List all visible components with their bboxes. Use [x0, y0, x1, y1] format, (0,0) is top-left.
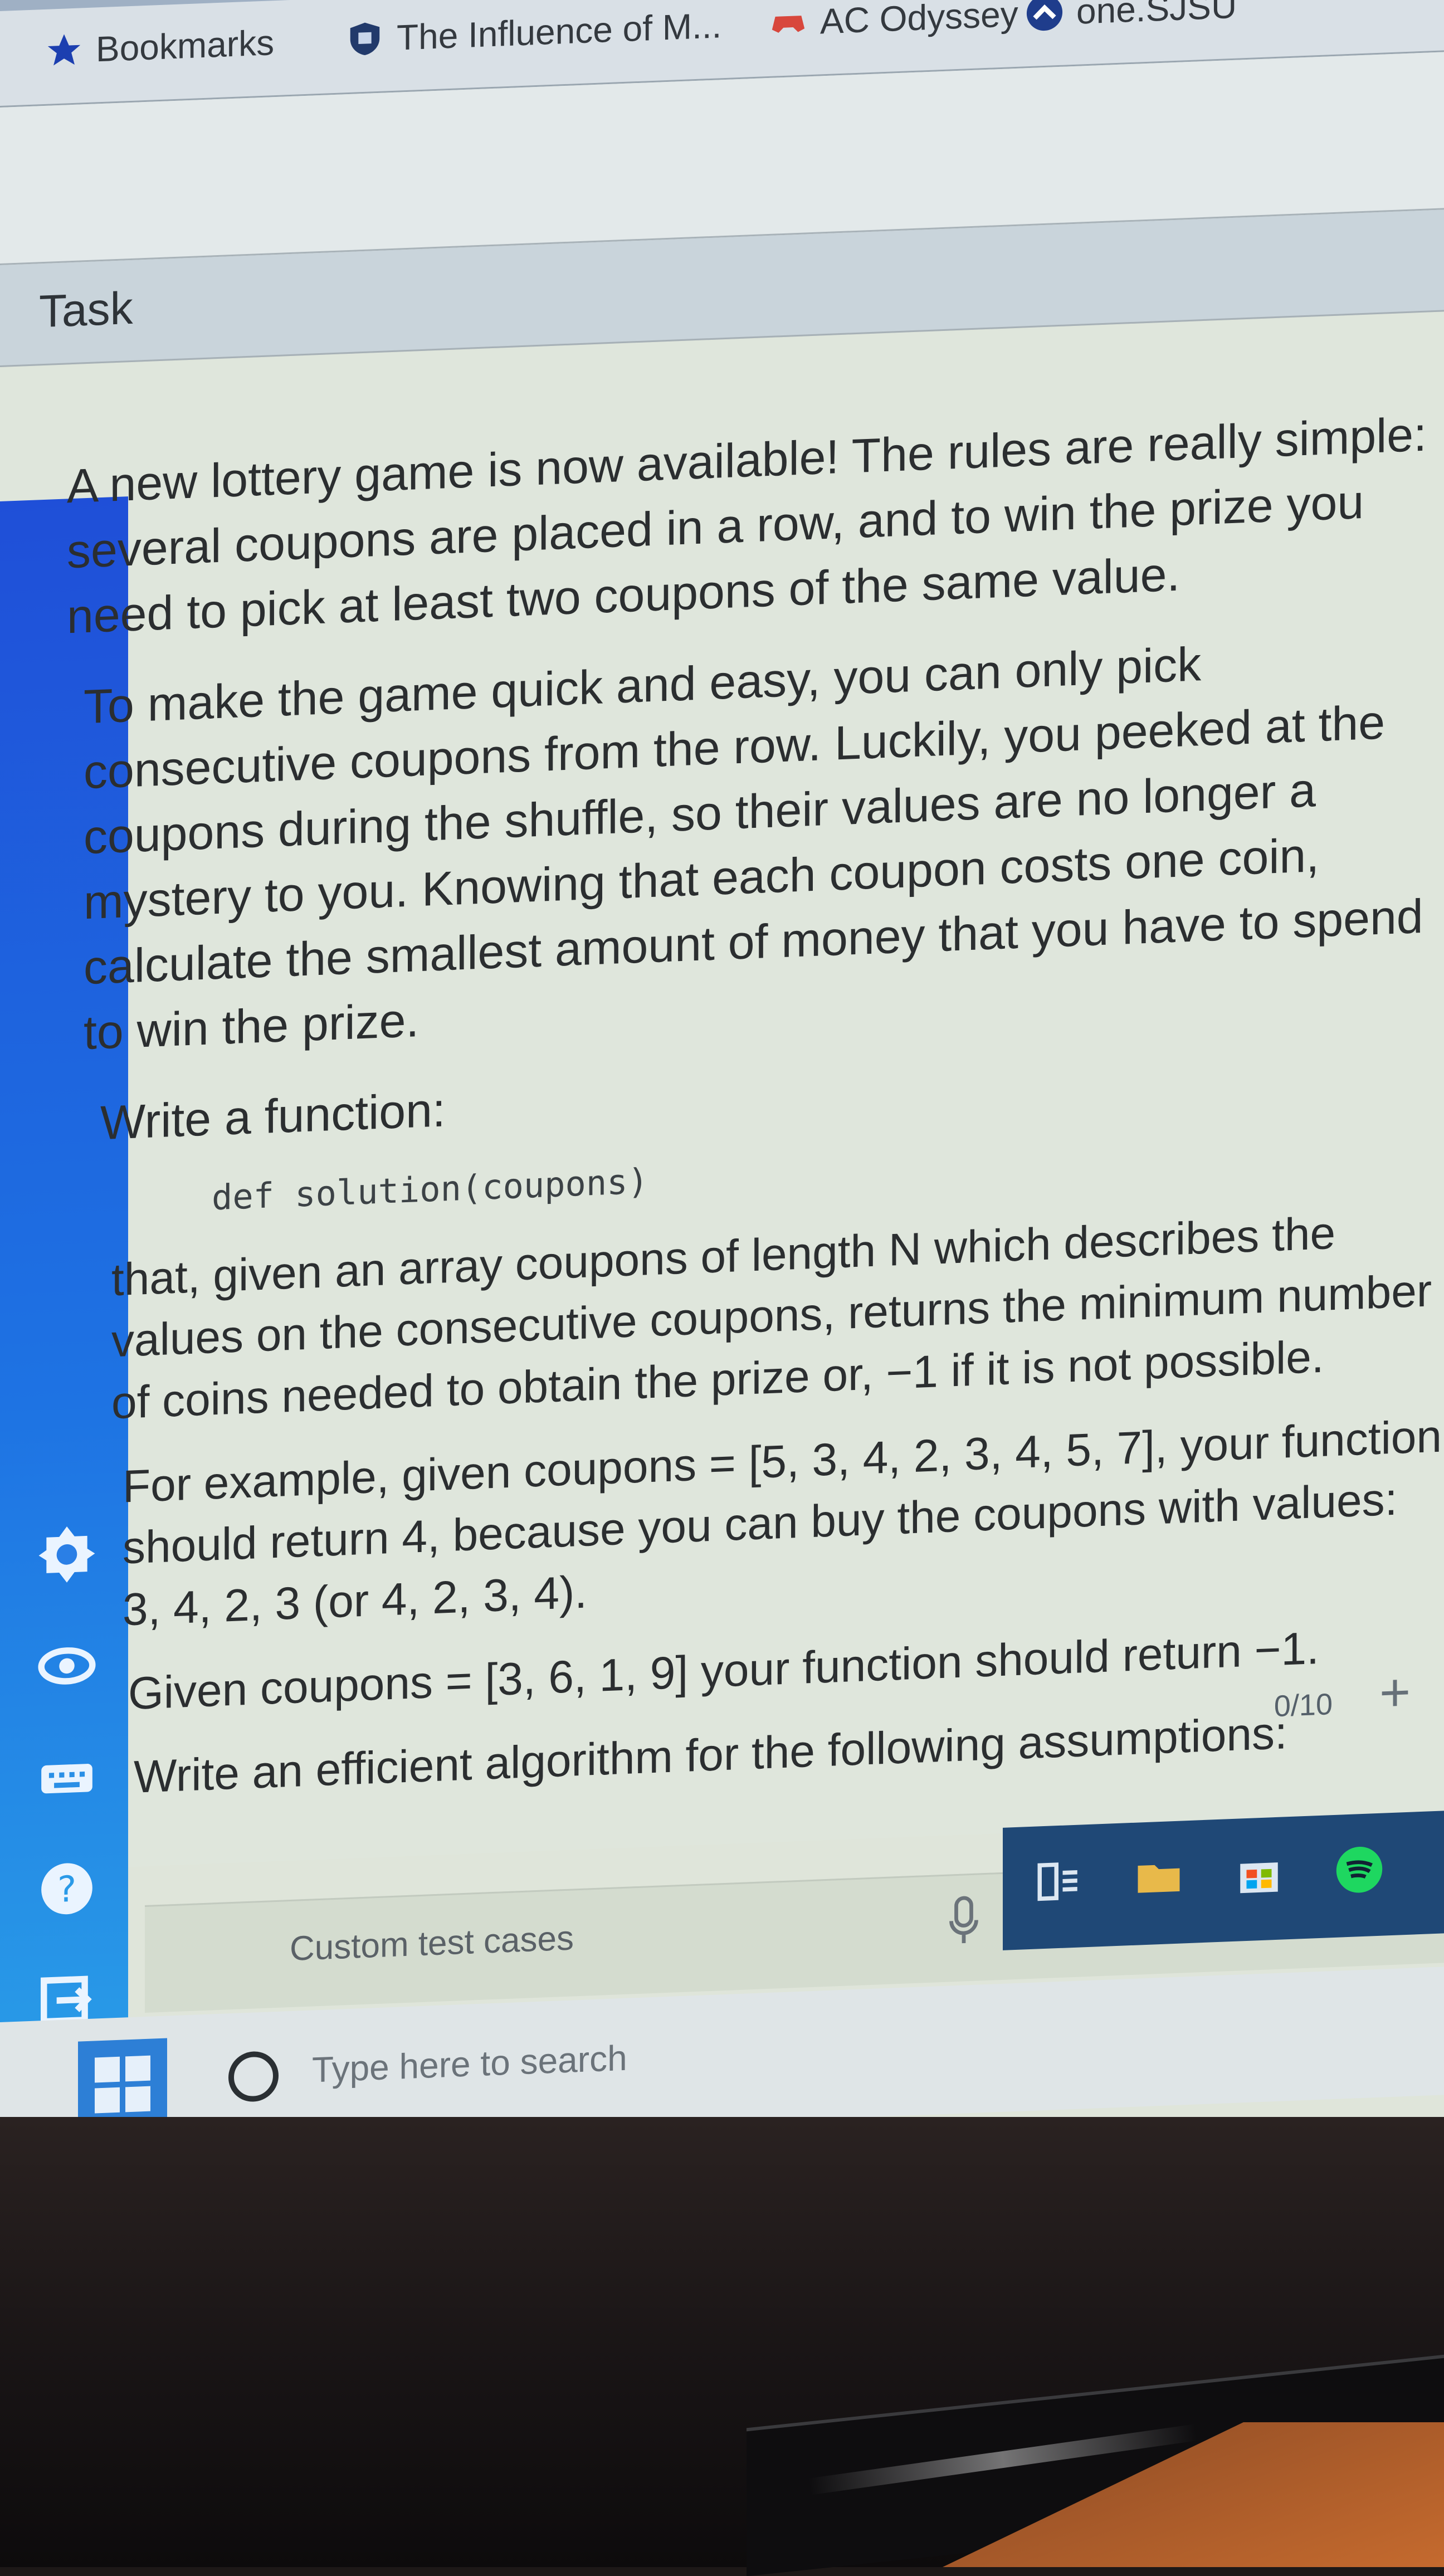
spotify-icon[interactable]: [1326, 1835, 1393, 1905]
paragraph-description: that, given an array coupons of length N…: [111, 1207, 1432, 1429]
star-icon: [45, 30, 84, 71]
gamepad-icon: [769, 2, 808, 43]
paragraph-rules: To make the game quick and easy, you can…: [84, 637, 1423, 1060]
task-description: A new lottery game is now available! The…: [67, 402, 1443, 1834]
paragraph-example-1: For example, given coupons = [5, 3, 4, 2…: [123, 1411, 1442, 1636]
bookmark-bookmarks[interactable]: Bookmarks: [45, 22, 274, 72]
bookmark-influence[interactable]: The Influence of M...: [345, 4, 721, 60]
bookmark-ac-odyssey[interactable]: AC Odyssey: [769, 0, 1018, 44]
taskbar-pinned-apps: [1003, 1811, 1444, 1950]
add-button[interactable]: +: [1379, 1662, 1411, 1724]
shield-icon: [345, 18, 384, 59]
task-title: Task: [39, 282, 133, 338]
microphone-icon[interactable]: [947, 1895, 980, 1957]
taskbar-search-input[interactable]: Type here to search: [312, 2037, 627, 2091]
char-counter: 0/10: [1274, 1687, 1333, 1724]
laptop-screen: Bookmarks The Influence of M... AC Odyss…: [0, 0, 1444, 2207]
help-icon[interactable]: ?: [31, 1851, 103, 1926]
svg-text:?: ?: [57, 1868, 76, 1911]
task-view-icon[interactable]: [1025, 1847, 1092, 1916]
store-icon[interactable]: [1226, 1839, 1292, 1909]
custom-test-cases-label: Custom test cases: [290, 1919, 574, 1969]
chevron-up-icon: [1025, 0, 1064, 33]
cortana-icon[interactable]: [228, 2050, 279, 2103]
bookmark-one-sjsu[interactable]: one.SJSU: [1025, 0, 1237, 34]
file-explorer-icon[interactable]: [1125, 1843, 1192, 1913]
